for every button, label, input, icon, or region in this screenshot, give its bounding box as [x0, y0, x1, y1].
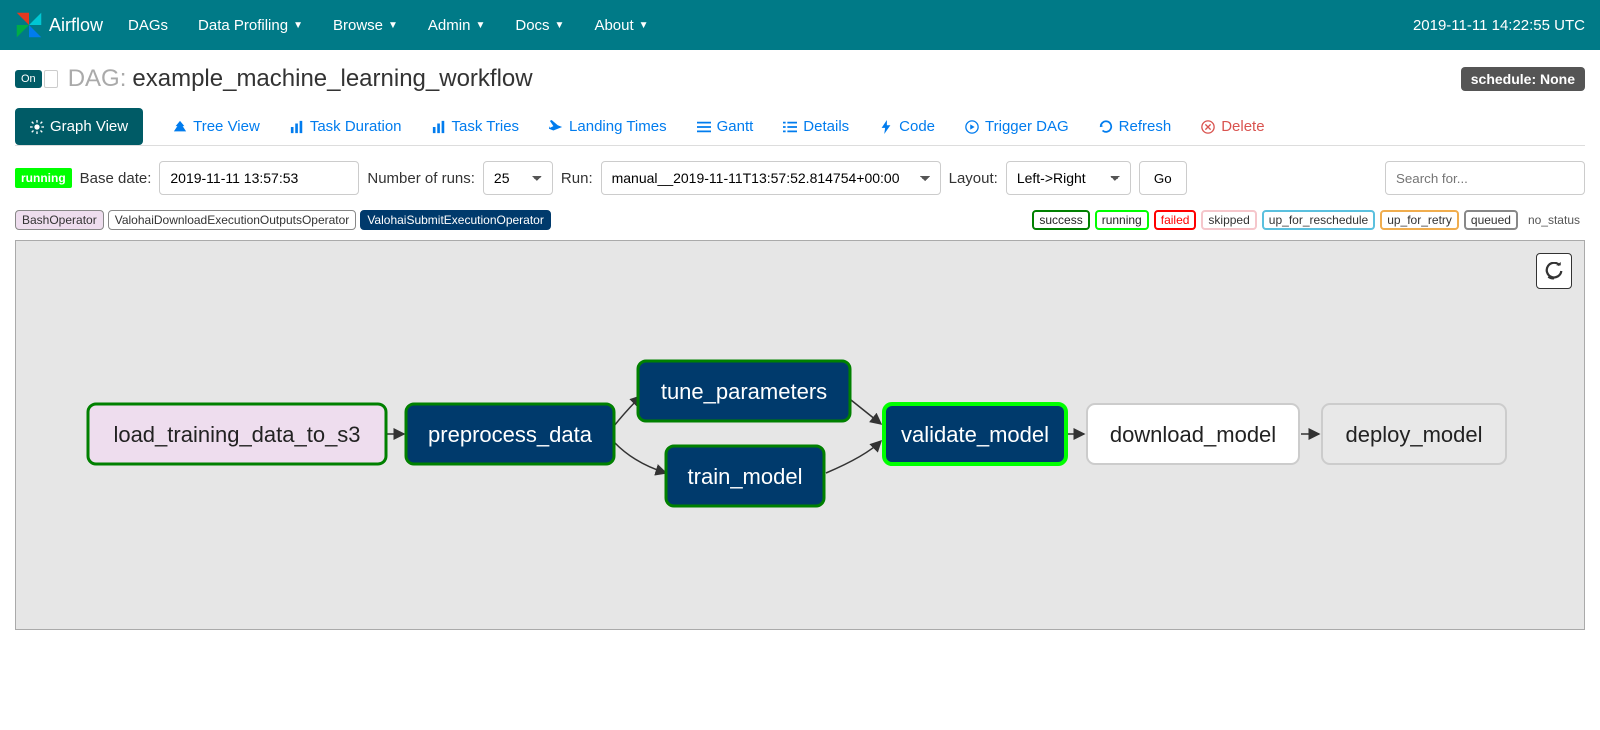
svg-text:deploy_model: deploy_model: [1346, 422, 1483, 447]
dag-on-toggle[interactable]: On: [15, 70, 42, 88]
bar-chart-icon: [432, 120, 446, 134]
graph-area[interactable]: load_training_data_to_s3 preprocess_data…: [15, 240, 1585, 630]
op-download[interactable]: ValohaiDownloadExecutionOutputsOperator: [108, 210, 357, 230]
num-runs-label: Number of runs:: [367, 170, 475, 187]
state-legend: success running failed skipped up_for_re…: [1032, 210, 1585, 230]
dag-off-toggle[interactable]: [44, 70, 58, 88]
caret-down-icon: ▼: [639, 20, 649, 31]
tab-refresh[interactable]: Refresh: [1099, 108, 1172, 145]
state-up-for-reschedule[interactable]: up_for_reschedule: [1262, 210, 1375, 230]
task-validate-model[interactable]: validate_model: [884, 404, 1066, 464]
layout-label: Layout:: [949, 170, 998, 187]
schedule-badge: schedule: None: [1461, 67, 1585, 91]
search-input[interactable]: [1385, 161, 1585, 195]
tabs: Graph View Tree View Task Duration Task …: [15, 108, 1585, 146]
list-icon: [697, 120, 711, 134]
nav-data-profiling[interactable]: Data Profiling▼: [198, 17, 303, 34]
tab-code[interactable]: Code: [879, 108, 935, 145]
go-button[interactable]: Go: [1139, 161, 1187, 195]
run-select[interactable]: manual__2019-11-11T13:57:52.814754+00:00: [601, 161, 941, 195]
svg-text:tune_parameters: tune_parameters: [661, 379, 827, 404]
nav-browse[interactable]: Browse▼: [333, 17, 398, 34]
dag-graph: load_training_data_to_s3 preprocess_data…: [16, 241, 1556, 630]
refresh-icon: [1099, 120, 1113, 134]
state-success[interactable]: success: [1032, 210, 1089, 230]
caret-down-icon: ▼: [388, 20, 398, 31]
state-up-for-retry[interactable]: up_for_retry: [1380, 210, 1459, 230]
state-running[interactable]: running: [1095, 210, 1149, 230]
task-tune-parameters[interactable]: tune_parameters: [638, 361, 850, 421]
sun-icon: [30, 120, 44, 134]
nav-docs[interactable]: Docs▼: [515, 17, 564, 34]
plane-icon: [549, 120, 563, 134]
nav-admin[interactable]: Admin▼: [428, 17, 485, 34]
tab-tree-view[interactable]: Tree View: [173, 108, 260, 145]
tab-landing-times[interactable]: Landing Times: [549, 108, 667, 145]
brand-text: Airflow: [49, 15, 103, 36]
tab-task-tries[interactable]: Task Tries: [432, 108, 520, 145]
task-train-model[interactable]: train_model: [666, 446, 824, 506]
list-icon: [783, 120, 797, 134]
task-download-model[interactable]: download_model: [1087, 404, 1299, 464]
operator-legend: BashOperator ValohaiDownloadExecutionOut…: [15, 210, 551, 230]
legend-row: BashOperator ValohaiDownloadExecutionOut…: [15, 210, 1585, 230]
task-deploy-model[interactable]: deploy_model: [1322, 404, 1506, 464]
svg-text:download_model: download_model: [1110, 422, 1276, 447]
navbar: Airflow DAGs Data Profiling▼ Browse▼ Adm…: [0, 0, 1600, 50]
state-skipped[interactable]: skipped: [1201, 210, 1256, 230]
tab-trigger-dag[interactable]: Trigger DAG: [965, 108, 1069, 145]
tab-delete[interactable]: Delete: [1201, 108, 1264, 145]
bar-chart-icon: [290, 120, 304, 134]
play-circle-icon: [965, 120, 979, 134]
brand[interactable]: Airflow: [15, 11, 103, 39]
task-load-training-data[interactable]: load_training_data_to_s3: [88, 404, 386, 464]
pinwheel-icon: [15, 11, 43, 39]
run-label: Run:: [561, 170, 593, 187]
dag-label: DAG:: [68, 65, 127, 93]
tab-gantt[interactable]: Gantt: [697, 108, 754, 145]
caret-down-icon: ▼: [555, 20, 565, 31]
svg-text:train_model: train_model: [688, 464, 803, 489]
svg-text:load_training_data_to_s3: load_training_data_to_s3: [113, 422, 360, 447]
delete-icon: [1201, 120, 1215, 134]
caret-down-icon: ▼: [475, 20, 485, 31]
layout-select[interactable]: Left->Right: [1006, 161, 1131, 195]
state-failed[interactable]: failed: [1154, 210, 1197, 230]
tab-details[interactable]: Details: [783, 108, 849, 145]
num-runs-select[interactable]: 25: [483, 161, 553, 195]
tab-graph-view[interactable]: Graph View: [15, 108, 143, 145]
caret-down-icon: ▼: [293, 20, 303, 31]
state-no-status[interactable]: no_status: [1523, 212, 1585, 228]
running-badge: running: [15, 168, 72, 188]
tab-task-duration[interactable]: Task Duration: [290, 108, 402, 145]
op-submit[interactable]: ValohaiSubmitExecutionOperator: [360, 210, 551, 230]
nav-about[interactable]: About▼: [594, 17, 648, 34]
base-date-label: Base date:: [80, 170, 152, 187]
dag-name: example_machine_learning_workflow: [132, 65, 532, 93]
nav-dags[interactable]: DAGs: [128, 17, 168, 34]
tree-icon: [173, 120, 187, 134]
op-bash[interactable]: BashOperator: [15, 210, 104, 230]
clock: 2019-11-11 14:22:55 UTC: [1413, 17, 1585, 34]
controls: running Base date: Number of runs: 25 Ru…: [15, 161, 1585, 195]
bolt-icon: [879, 120, 893, 134]
state-queued[interactable]: queued: [1464, 210, 1518, 230]
task-preprocess-data[interactable]: preprocess_data: [406, 404, 614, 464]
base-date-input[interactable]: [159, 161, 359, 195]
svg-text:preprocess_data: preprocess_data: [428, 422, 593, 447]
title-row: On DAG: example_machine_learning_workflo…: [15, 65, 1585, 93]
svg-text:validate_model: validate_model: [901, 422, 1049, 447]
